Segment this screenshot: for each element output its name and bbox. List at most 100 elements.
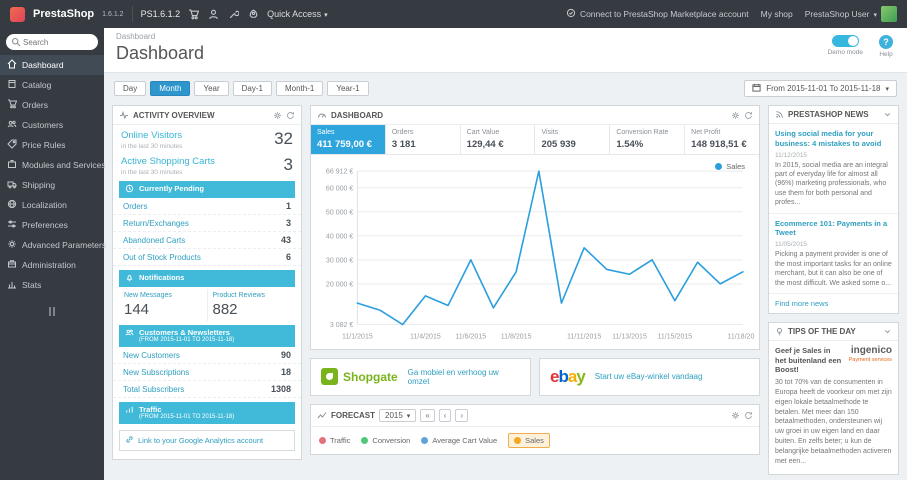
refresh-icon[interactable] [744, 111, 753, 120]
period-day-1-button[interactable]: Day-1 [232, 81, 272, 96]
period-month-1-button[interactable]: Month-1 [275, 81, 324, 96]
sidebar-item-stats[interactable]: Stats [0, 275, 104, 295]
sidebar-item-orders[interactable]: Orders [0, 95, 104, 115]
pending-row-out-of-stock[interactable]: Out of Stock Products 6 [113, 249, 301, 266]
legend-dot-icon [514, 436, 522, 444]
kpi-cart-value[interactable]: Cart Value 129,44 € [461, 125, 536, 154]
ebay-letter: b [558, 367, 568, 387]
topbar: PrestaShop 1.6.1.2 PS1.6.1.2 Quick Acces… [0, 0, 907, 28]
google-analytics-link[interactable]: Link to your Google Analytics account [119, 430, 295, 452]
traffic-subtitle: (FROM 2015-11-01 TO 2015-11-18) [139, 414, 235, 421]
sidebar-item-dashboard[interactable]: Dashboard [0, 55, 104, 75]
sidebar-item-localization[interactable]: Localization [0, 195, 104, 215]
new-messages-cell[interactable]: New Messages 144 [119, 289, 207, 321]
date-range-picker[interactable]: From 2015-11-01 To 2015-11-18 [744, 80, 897, 97]
product-reviews-cell[interactable]: Product Reviews 882 [206, 289, 296, 321]
pending-row-orders[interactable]: Orders 1 [113, 198, 301, 215]
period-day-button[interactable]: Day [114, 81, 147, 96]
chevron-down-icon[interactable] [883, 110, 892, 119]
shopgate-promo[interactable]: Shopgate Ga mobiel en verhoog uw omzet [310, 357, 531, 396]
active-carts-value: 3 [283, 155, 293, 174]
period-year-1-button[interactable]: Year-1 [327, 81, 369, 96]
forecast-rewind-button[interactable] [420, 408, 435, 422]
refresh-icon[interactable] [744, 411, 753, 420]
news-article-date: 11/05/2015 [775, 241, 808, 249]
product-reviews-label: Product Reviews [212, 292, 266, 299]
sidebar-item-customers[interactable]: Customers [0, 115, 104, 135]
sidebar-collapse-button[interactable] [49, 307, 55, 316]
sidebar-item-label: Modules and Services [22, 160, 106, 170]
period-year-button[interactable]: Year [194, 81, 229, 96]
sidebar-item-advanced-parameters[interactable]: Advanced Parameters [0, 235, 106, 255]
user-menu[interactable]: PrestaShop User [805, 6, 897, 22]
news-article-title[interactable]: Ecommerce 101: Payments in a Tweet [775, 219, 892, 239]
gear-icon[interactable] [731, 111, 740, 120]
row-value: 6 [285, 252, 291, 262]
active-carts-metric[interactable]: Active Shopping Carts in the last 30 min… [113, 151, 301, 177]
gear-icon[interactable] [273, 111, 282, 120]
toggle-switch-icon[interactable] [831, 35, 859, 47]
marketplace-link[interactable]: Connect to PrestaShop Marketplace accoun… [566, 8, 749, 20]
sidebar-item-label: Orders [22, 100, 48, 110]
kpi-net-profit[interactable]: Net Profit 148 918,51 € [685, 125, 759, 154]
kpi-value: 205 939 [541, 139, 576, 150]
svg-text:50 000 €: 50 000 € [326, 209, 354, 216]
row-value: 1308 [270, 384, 291, 395]
shop-name[interactable]: PS1.6.1.2 [141, 9, 181, 19]
kpi-conversion-rate[interactable]: Conversion Rate 1.54% [610, 125, 686, 154]
shopgate-promo-link[interactable]: Ga mobiel en verhoog uw omzet [408, 368, 520, 386]
my-shop-label: My shop [760, 9, 793, 19]
kpi-label: Net Profit [691, 129, 721, 136]
forecast-legend-conversion[interactable]: Conversion [361, 436, 410, 445]
kpi-visits[interactable]: Visits 205 939 [535, 125, 611, 154]
notifications-grid: New Messages 144 Product Reviews 882 [119, 289, 295, 321]
customers-row-new-subscriptions[interactable]: New Subscriptions 18 [113, 364, 301, 382]
person-icon[interactable] [208, 9, 219, 20]
my-shop-link[interactable]: My shop [761, 9, 793, 19]
news-article-title[interactable]: Using social media for your business: 4 … [775, 129, 892, 149]
kpi-orders[interactable]: Orders 3 181 [386, 125, 461, 154]
sidebar-item-administration[interactable]: Administration [0, 255, 104, 275]
sidebar-item-preferences[interactable]: Preferences [0, 215, 104, 235]
ebay-promo-link[interactable]: Start uw eBay-winkel vandaag [595, 372, 703, 381]
customers-row-new-customers[interactable]: New Customers 90 [113, 347, 301, 365]
kpi-sales[interactable]: Sales 411 759,00 € [311, 125, 386, 154]
chart-legend[interactable]: Sales [715, 162, 745, 171]
svg-text:11/4/2015: 11/4/2015 [410, 334, 441, 341]
pending-row-abandoned-carts[interactable]: Abandoned Carts 43 [113, 232, 301, 249]
refresh-icon[interactable] [286, 111, 295, 120]
forecast-legend-sales[interactable]: Sales [508, 432, 550, 448]
sidebar-item-modules-and-services[interactable]: Modules and Services [0, 155, 106, 175]
sidebar-item-price-rules[interactable]: Price Rules [0, 135, 104, 155]
quick-access-menu[interactable]: Quick Access [267, 9, 328, 19]
online-visitors-metric[interactable]: Online Visitors in the last 30 minutes 3… [113, 125, 301, 151]
svg-text:11/11/2015: 11/11/2015 [567, 334, 601, 341]
pending-row-returns[interactable]: Return/Exchanges 3 [113, 215, 301, 232]
period-month-button[interactable]: Month [150, 81, 191, 96]
sidebar-item-catalog[interactable]: Catalog [0, 75, 104, 95]
forecast-year-select[interactable]: 2015 [379, 408, 417, 422]
ebay-promo[interactable]: ebay Start uw eBay-winkel vandaag [539, 357, 760, 396]
forecast-legend-traffic[interactable]: Traffic [319, 436, 350, 445]
forecast-legend-average-cart-value[interactable]: Average Cart Value [421, 436, 497, 445]
page-header: Dashboard Dashboard Demo mode Help [104, 28, 907, 73]
online-visitors-value: 32 [274, 129, 293, 148]
cart-icon[interactable] [188, 9, 200, 20]
quick-access-label: Quick Access [267, 9, 322, 19]
demo-mode-toggle[interactable]: Demo mode [828, 35, 863, 56]
chevron-down-icon[interactable] [883, 327, 892, 336]
cart-icon [7, 99, 18, 111]
rocket-icon[interactable] [248, 8, 259, 20]
svg-text:30 000 €: 30 000 € [326, 257, 354, 264]
active-carts-label: Active Shopping Carts [121, 156, 215, 167]
gear-icon[interactable] [731, 411, 740, 420]
find-more-news-link[interactable]: Find more news [769, 294, 898, 313]
wrench-icon[interactable] [228, 9, 240, 20]
customers-row-total-subscribers[interactable]: Total Subscribers 1308 [113, 381, 301, 399]
help-button[interactable]: Help [879, 35, 893, 58]
forecast-next-button[interactable] [455, 408, 469, 422]
sidebar-item-shipping[interactable]: Shipping [0, 175, 104, 195]
news-article: Ecommerce 101: Payments in a Tweet 11/05… [769, 214, 898, 294]
forecast-previous-button[interactable] [438, 408, 452, 422]
kpi-value: 129,44 € [466, 139, 504, 150]
